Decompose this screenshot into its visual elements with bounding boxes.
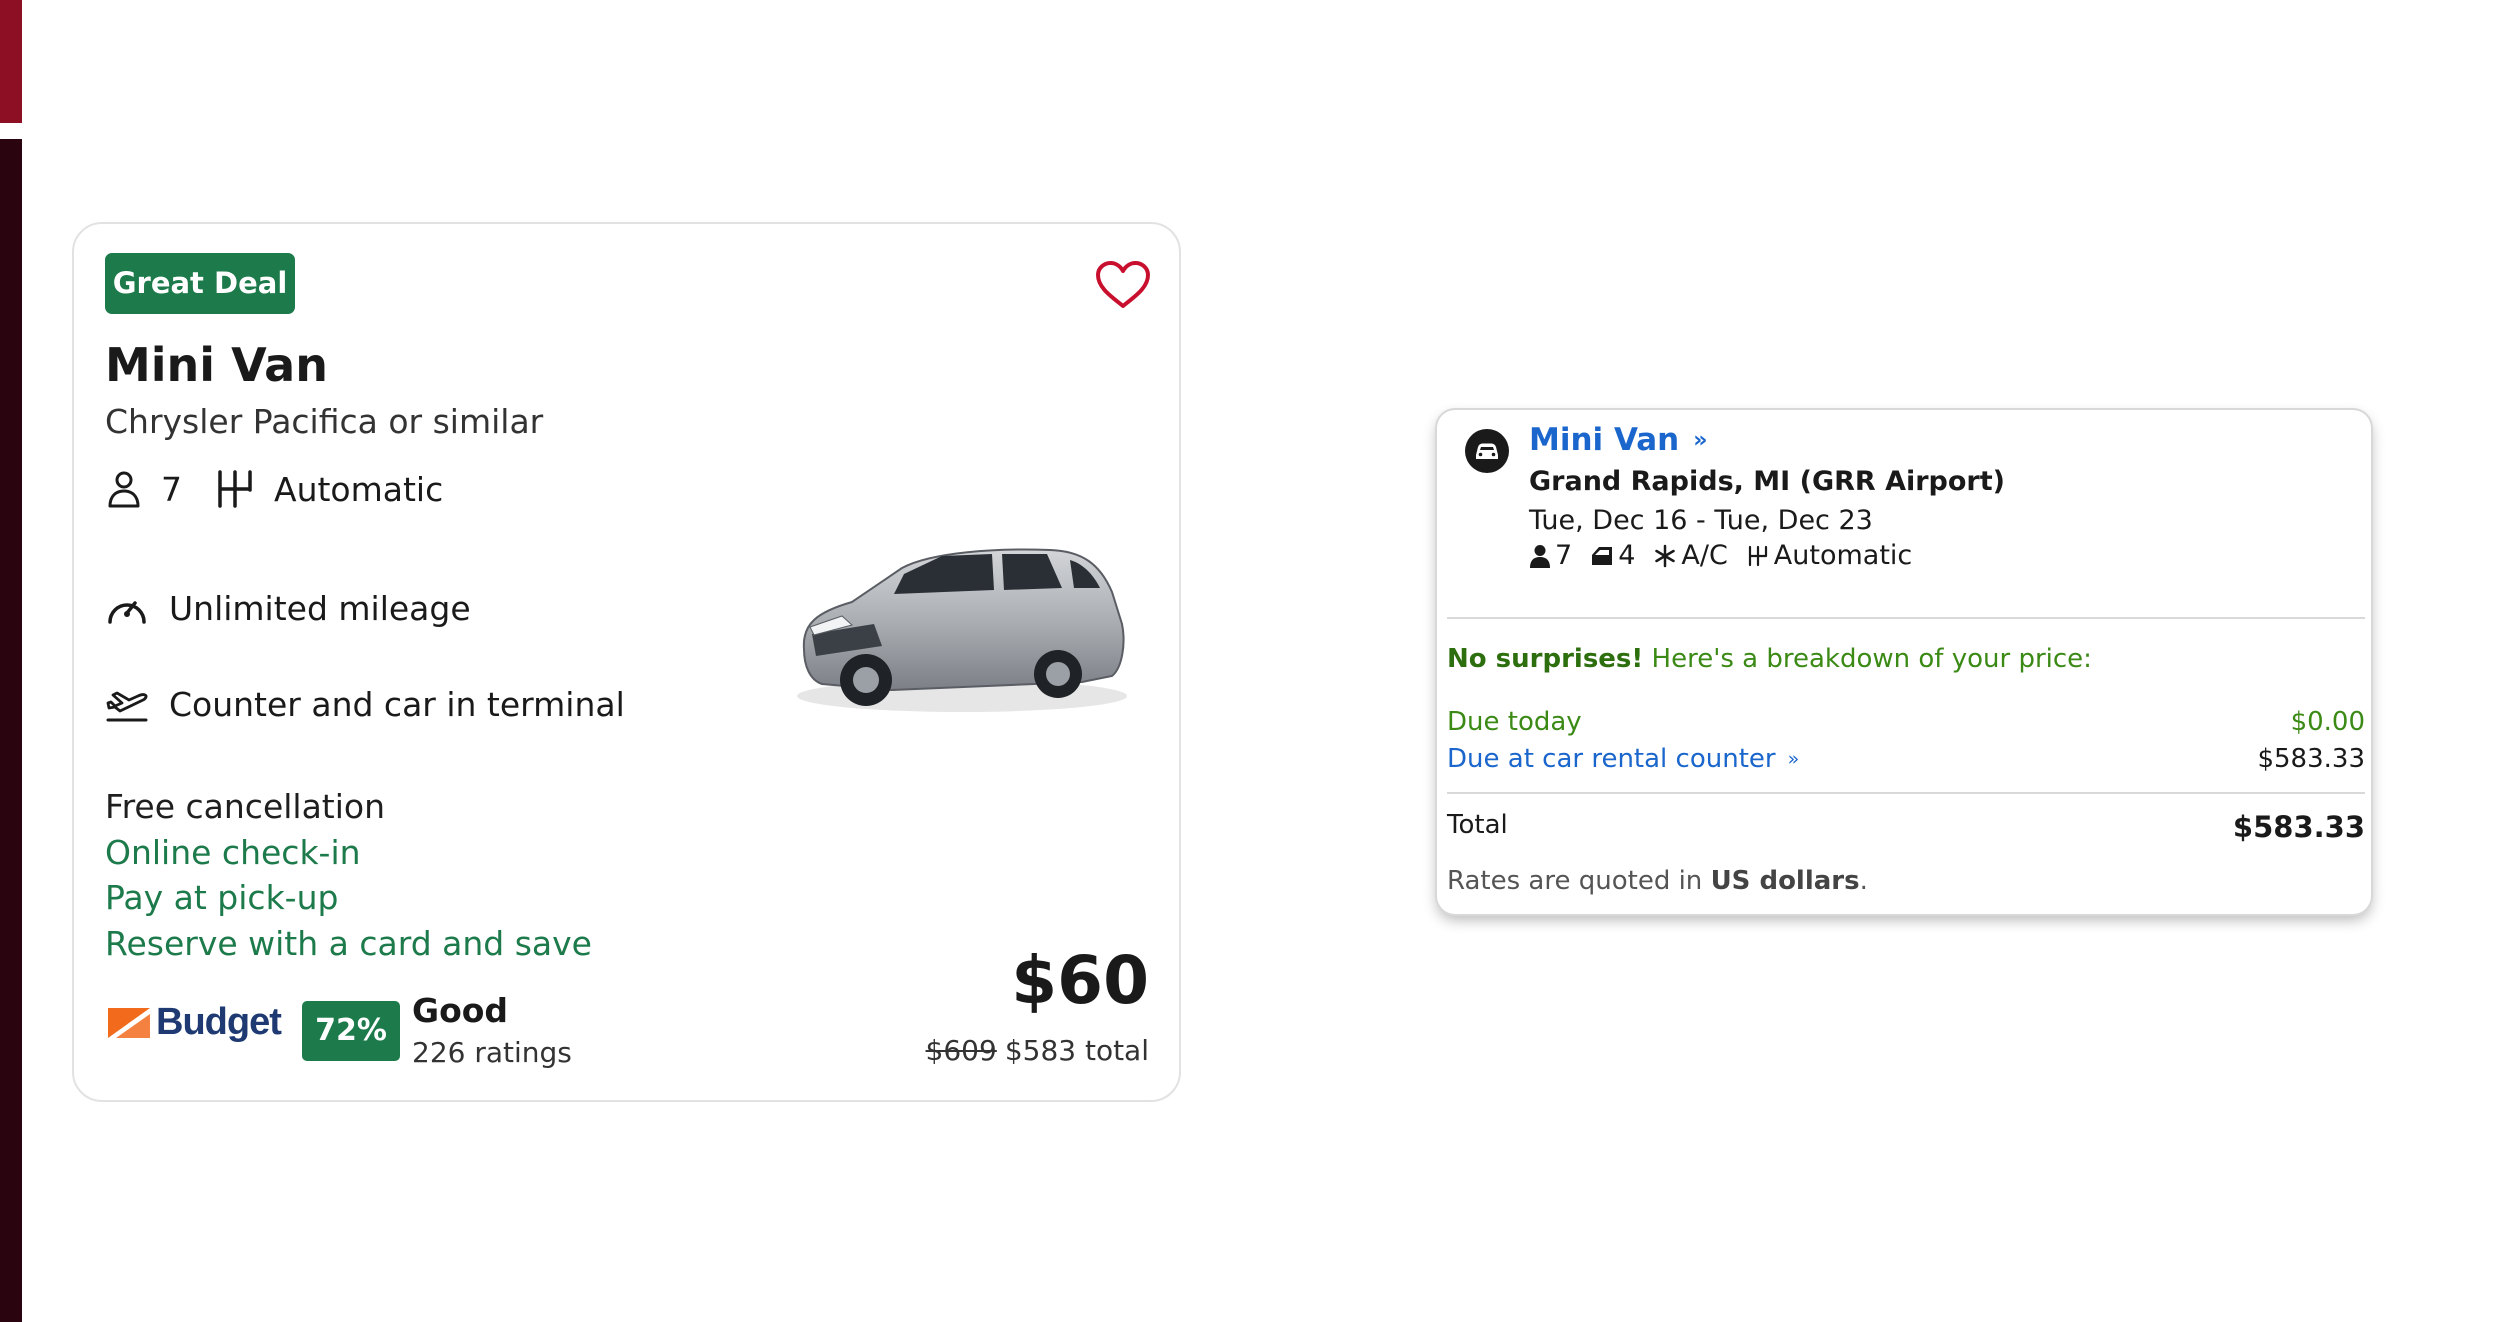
rental-dates: Tue, Dec 16 - Tue, Dec 23	[1529, 505, 1873, 536]
spec-ac-value: A/C	[1681, 540, 1728, 571]
perk-reserve-with-card: Reserve with a card and save	[105, 924, 592, 963]
transmission-type: Automatic	[274, 469, 444, 509]
price-breakdown-panel: Mini Van » Grand Rapids, MI (GRR Airport…	[1437, 410, 2371, 914]
divider	[1447, 617, 2365, 619]
feature-counter-label: Counter and car in terminal	[169, 684, 625, 724]
spec-seats-value: 7	[1555, 540, 1573, 571]
budget-logo-icon	[108, 1007, 150, 1038]
window-edge-bar	[0, 139, 22, 1322]
car-offer-card[interactable]: Great Deal Mini Van Chrysler Pacifica or…	[72, 222, 1181, 1102]
airplane-takeoff-icon	[106, 691, 148, 722]
snowflake-icon	[1655, 544, 1676, 567]
perk-online-checkin: Online check-in	[105, 833, 361, 872]
daily-price: $60	[1011, 942, 1149, 1019]
spec-transmission: Automatic	[1746, 540, 1912, 571]
gearshift-icon	[1748, 545, 1767, 566]
car-category-title: Mini Van	[105, 338, 328, 392]
original-total-price: $609	[925, 1034, 997, 1067]
currency-note-prefix: Rates are quoted in	[1447, 866, 1703, 896]
gearshift-icon	[218, 470, 252, 508]
window-edge-accent	[0, 0, 22, 123]
due-today-label: Due today	[1447, 707, 1582, 737]
perk-free-cancellation: Free cancellation	[105, 787, 386, 826]
currency-note-suffix: .	[1859, 866, 1868, 896]
feature-counter: Counter and car in terminal	[105, 682, 625, 726]
total-price: $609 $583 total	[926, 1034, 1149, 1067]
total-value: $583.33	[2232, 810, 2365, 844]
pickup-location: Grand Rapids, MI (GRR Airport)	[1529, 466, 2005, 497]
due-at-counter-label: Due at car rental counter	[1447, 744, 1776, 774]
panel-title-toggle[interactable]: Mini Van »	[1529, 422, 1707, 458]
spec-bags: 4	[1590, 540, 1635, 571]
person-icon	[1530, 544, 1550, 568]
total-label: Total	[1447, 810, 1508, 840]
spec-transmission-value: Automatic	[1773, 540, 1913, 571]
spec-bags-value: 4	[1618, 540, 1636, 571]
discounted-total-price: $583 total	[1004, 1034, 1149, 1067]
spec-seats: 7	[1529, 540, 1572, 571]
rating-label: Good	[412, 991, 509, 1030]
price-note-strong: No surprises!	[1447, 644, 1644, 674]
due-at-counter-value: $583.33	[2257, 744, 2365, 774]
rental-brand: Budget	[106, 1001, 282, 1044]
deal-badge: Great Deal	[105, 253, 295, 314]
car-model-subtitle: Chrysler Pacifica or similar	[105, 402, 544, 441]
door-icon	[1592, 546, 1613, 565]
panel-title: Mini Van	[1529, 422, 1680, 458]
price-note: No surprises! Here's a breakdown of your…	[1447, 644, 2092, 674]
chevron-down-icon: »	[1787, 748, 1800, 770]
seat-count: 7	[161, 469, 182, 509]
due-at-counter-toggle[interactable]: Due at car rental counter »	[1447, 744, 1799, 774]
perk-pay-at-pickup: Pay at pick-up	[105, 878, 339, 917]
rating-score-badge: 72%	[302, 1001, 400, 1061]
feature-mileage: Unlimited mileage	[105, 586, 471, 630]
due-today-value: $0.00	[2290, 707, 2365, 737]
speedometer-icon	[108, 601, 146, 624]
car-image	[797, 548, 1127, 712]
chevron-down-icon: »	[1693, 427, 1708, 453]
car-icon	[1465, 429, 1509, 473]
currency-note-currency: US dollars	[1710, 866, 1860, 896]
brand-name: Budget	[156, 1001, 282, 1043]
currency-note: Rates are quoted in US dollars.	[1447, 866, 1868, 896]
price-note-text: Here's a breakdown of your price:	[1651, 644, 2092, 674]
car-specs: 7 Automatic	[105, 467, 443, 511]
rating-count[interactable]: 226 ratings	[412, 1036, 572, 1069]
person-icon	[108, 471, 140, 508]
spec-ac: A/C	[1653, 540, 1728, 571]
feature-mileage-label: Unlimited mileage	[169, 588, 471, 628]
panel-specs: 7 4 A/C Automatic	[1529, 540, 1912, 571]
heart-icon[interactable]	[1094, 260, 1152, 310]
divider	[1447, 792, 2365, 794]
